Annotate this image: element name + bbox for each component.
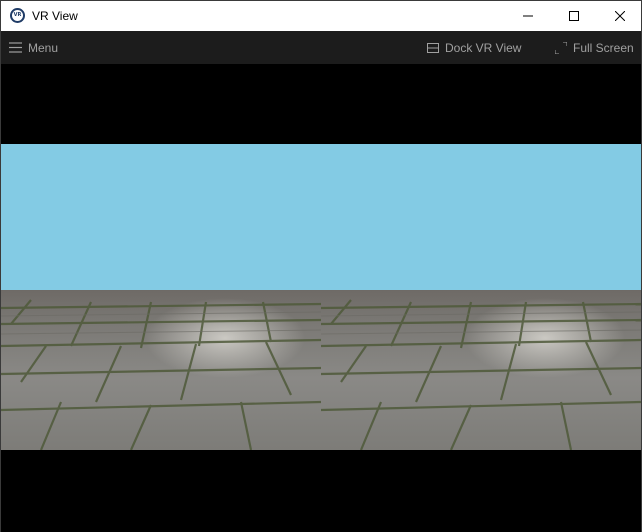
vr-view-window: VR VR View Menu Dock VR View Full Screen [0, 0, 642, 532]
close-button[interactable] [597, 1, 642, 31]
stone-ground [321, 290, 641, 450]
menu-button[interactable]: Menu [9, 31, 58, 64]
menu-label: Menu [28, 40, 59, 55]
title-bar[interactable]: VR VR View [1, 1, 641, 31]
window-title: VR View [32, 9, 78, 23]
left-eye-view [1, 144, 321, 450]
vr-app-icon: VR [10, 8, 25, 23]
app-icon-text: VR [12, 10, 23, 21]
sky [321, 144, 641, 290]
dock-label: Dock VR View [445, 40, 522, 55]
stone-ground [1, 290, 321, 450]
dock-vr-view-button[interactable]: Dock VR View [427, 31, 521, 64]
minimize-icon [523, 15, 533, 17]
close-icon [615, 11, 625, 21]
hamburger-icon [9, 42, 22, 53]
paving-stones [1, 290, 321, 450]
sky [1, 144, 321, 290]
fullscreen-icon [555, 41, 567, 54]
full-screen-label: Full Screen [573, 40, 634, 55]
dock-icon [427, 42, 439, 53]
vr-viewport[interactable] [1, 64, 641, 532]
right-eye-view [321, 144, 641, 450]
maximize-icon [569, 11, 579, 21]
paving-stones [321, 290, 641, 450]
full-screen-button[interactable]: Full Screen [555, 31, 634, 64]
toolbar: Menu Dock VR View Full Screen [1, 31, 641, 64]
maximize-button[interactable] [551, 1, 597, 31]
minimize-button[interactable] [505, 1, 551, 31]
